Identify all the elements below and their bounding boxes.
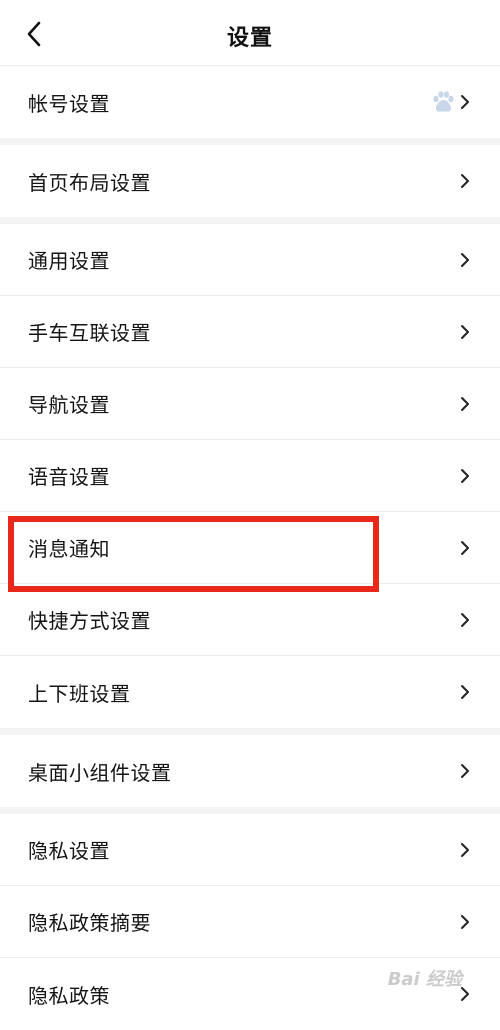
- chevron-right-icon: [461, 324, 469, 339]
- chevron-right-icon: [461, 95, 469, 109]
- chevron-right-icon: [461, 914, 469, 929]
- settings-group-privacy: 隐私设置 隐私政策摘要 隐私政策: [0, 814, 500, 1030]
- settings-list: 帐号设置 首页布局设置 通用设置 手车互联设置 导航设置 语音设置 消息通知 快…: [0, 66, 500, 1030]
- group-divider: [0, 728, 500, 735]
- settings-item-navigation[interactable]: 导航设置: [0, 368, 500, 440]
- settings-item-label: 手车互联设置: [28, 321, 151, 345]
- settings-item-privacy[interactable]: 隐私设置: [0, 814, 500, 886]
- chevron-right-icon: [461, 174, 469, 188]
- chevron-right-icon: [461, 396, 469, 411]
- settings-item-label: 快捷方式设置: [28, 609, 151, 633]
- settings-item-label: 首页布局设置: [28, 170, 151, 195]
- settings-item-home-layout[interactable]: 首页布局设置: [0, 145, 500, 217]
- settings-item-label: 隐私政策: [28, 983, 110, 1008]
- settings-item-label: 隐私政策摘要: [28, 911, 151, 935]
- settings-item-label: 导航设置: [28, 393, 110, 417]
- settings-item-account[interactable]: 帐号设置: [0, 66, 500, 138]
- settings-item-commute[interactable]: 上下班设置: [0, 656, 500, 728]
- page-title: 设置: [226, 26, 273, 51]
- chevron-right-icon: [461, 764, 469, 778]
- chevron-right-icon: [461, 612, 469, 627]
- settings-item-general[interactable]: 通用设置: [0, 224, 500, 296]
- watermark-text: Bai 经验: [387, 969, 462, 990]
- settings-item-voice[interactable]: 语音设置: [0, 440, 500, 512]
- group-divider: [0, 217, 500, 224]
- settings-item-privacy-summary[interactable]: 隐私政策摘要: [0, 886, 500, 958]
- settings-item-car-connect[interactable]: 手车互联设置: [0, 296, 500, 368]
- settings-item-label: 上下班设置: [28, 681, 131, 706]
- settings-item-shortcuts[interactable]: 快捷方式设置: [0, 584, 500, 656]
- settings-item-notifications[interactable]: 消息通知: [0, 512, 500, 584]
- chevron-right-icon: [461, 540, 469, 555]
- chevron-right-icon: [461, 842, 469, 857]
- top-nav-bar: 设置: [0, 0, 500, 66]
- settings-item-label: 通用设置: [28, 249, 110, 273]
- settings-item-label: 桌面小组件设置: [28, 760, 172, 785]
- settings-item-label: 语音设置: [28, 465, 110, 489]
- settings-item-desktop-widgets[interactable]: 桌面小组件设置: [0, 735, 500, 807]
- baidu-paw-icon: [433, 91, 454, 112]
- chevron-right-icon: [461, 468, 469, 483]
- group-divider: [0, 807, 500, 814]
- settings-item-label: 隐私设置: [28, 839, 110, 863]
- settings-group-home: 首页布局设置: [0, 145, 500, 217]
- chevron-right-icon: [461, 685, 469, 699]
- settings-group-general: 通用设置 手车互联设置 导航设置 语音设置 消息通知 快捷方式设置 上下班设置: [0, 224, 500, 728]
- settings-group-account: 帐号设置: [0, 66, 500, 138]
- settings-group-widgets: 桌面小组件设置: [0, 735, 500, 807]
- settings-item-label: 消息通知: [28, 537, 110, 561]
- settings-item-label: 帐号设置: [28, 91, 110, 116]
- group-divider: [0, 138, 500, 145]
- chevron-right-icon: [461, 252, 469, 267]
